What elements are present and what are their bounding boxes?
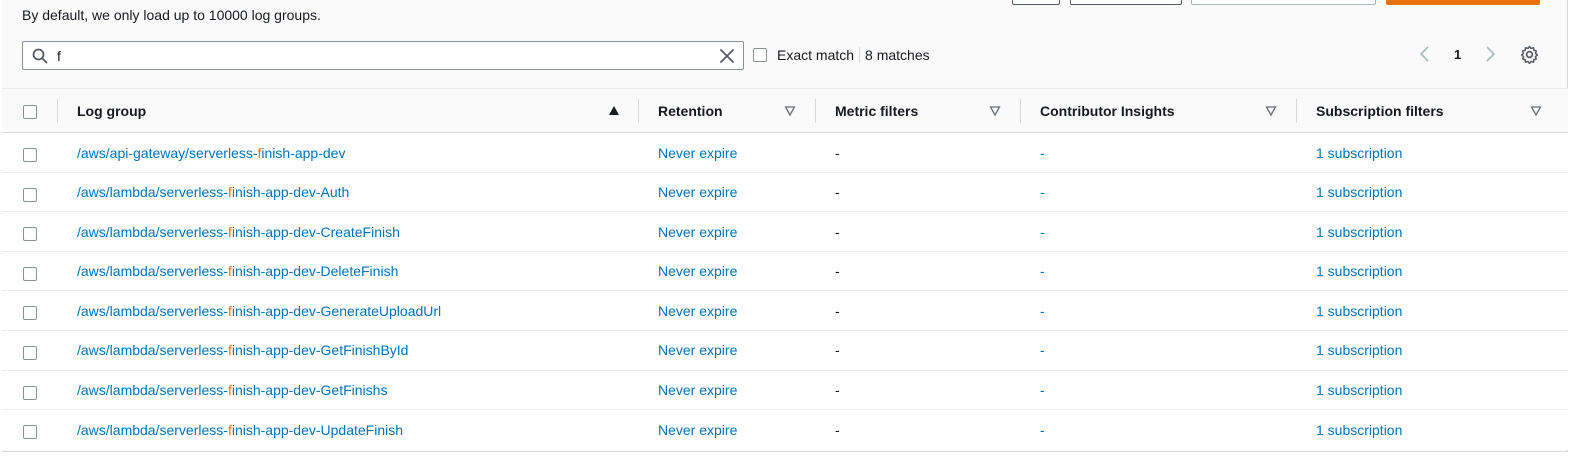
log-group-link[interactable]: /aws/api-gateway/serverless-finish-app-d… bbox=[77, 145, 345, 161]
log-group-link[interactable]: /aws/lambda/serverless-finish-app-dev-Up… bbox=[77, 422, 403, 438]
table-row: /aws/lambda/serverless-finish-app-dev-De… bbox=[2, 251, 1568, 292]
column-divider bbox=[815, 99, 816, 123]
subscription-link[interactable]: 1 subscription bbox=[1316, 263, 1402, 279]
contributor-insights-value[interactable]: - bbox=[1040, 410, 1045, 449]
subscription-link[interactable]: 1 subscription bbox=[1316, 184, 1402, 200]
log-group-link[interactable]: /aws/lambda/serverless-finish-app-dev-Cr… bbox=[77, 224, 400, 240]
action-button-2[interactable] bbox=[1070, 0, 1182, 5]
column-label: Metric filters bbox=[835, 103, 919, 119]
select-all-checkbox[interactable] bbox=[23, 105, 37, 119]
retention-link[interactable]: Never expire bbox=[658, 224, 737, 240]
contributor-insights-value[interactable]: - bbox=[1040, 133, 1045, 172]
row-checkbox[interactable] bbox=[23, 425, 37, 440]
metric-filters-value: - bbox=[835, 302, 840, 319]
subscription-link[interactable]: 1 subscription bbox=[1316, 342, 1402, 358]
log-group-link[interactable]: /aws/lambda/serverless-finish-app-dev-De… bbox=[77, 263, 398, 279]
column-divider bbox=[1296, 99, 1297, 123]
action-button-1[interactable] bbox=[1012, 0, 1060, 5]
close-icon[interactable] bbox=[719, 48, 735, 64]
row-checkbox[interactable] bbox=[23, 385, 37, 400]
retention-link[interactable]: Never expire bbox=[658, 382, 737, 398]
metric-filters-value: - bbox=[835, 342, 840, 359]
column-header-contributor-insights[interactable]: Contributor Insights bbox=[1040, 89, 1175, 133]
retention-link[interactable]: Never expire bbox=[658, 422, 737, 438]
exact-match-group: Exact match 8 matches bbox=[753, 47, 930, 63]
row-checkbox[interactable] bbox=[23, 345, 37, 360]
column-label: Log group bbox=[77, 103, 147, 119]
table-row: /aws/api-gateway/serverless-finish-app-d… bbox=[2, 133, 1568, 173]
column-label: Contributor Insights bbox=[1040, 103, 1175, 119]
subscription-link[interactable]: 1 subscription bbox=[1316, 303, 1402, 319]
subscription-link[interactable]: 1 subscription bbox=[1316, 224, 1402, 240]
load-limit-note: By default, we only load up to 10000 log… bbox=[22, 7, 321, 23]
table-row: /aws/lambda/serverless-finish-app-dev-Up… bbox=[2, 410, 1568, 450]
contributor-insights-value[interactable]: - bbox=[1040, 291, 1045, 330]
metric-filters-value: - bbox=[835, 382, 840, 399]
metric-filters-value: - bbox=[835, 421, 840, 438]
table-row: /aws/lambda/serverless-finish-app-dev-Cr… bbox=[2, 212, 1568, 252]
column-header-metric-filters[interactable]: Metric filters bbox=[835, 89, 918, 133]
match-count: 8 matches bbox=[865, 47, 930, 63]
sort-icon[interactable] bbox=[989, 105, 1001, 117]
sort-ascending-icon[interactable] bbox=[608, 105, 620, 117]
sort-icon[interactable] bbox=[1530, 105, 1542, 117]
exact-match-checkbox[interactable] bbox=[753, 48, 767, 62]
metric-filters-value: - bbox=[835, 263, 840, 280]
column-label: Retention bbox=[658, 103, 723, 119]
search-icon bbox=[32, 48, 48, 64]
contributor-insights-value[interactable]: - bbox=[1040, 252, 1045, 291]
exact-match-label[interactable]: Exact match bbox=[777, 47, 854, 63]
search-input[interactable] bbox=[57, 46, 717, 66]
pagination: 1 bbox=[1418, 45, 1497, 63]
retention-link[interactable]: Never expire bbox=[658, 263, 737, 279]
current-page[interactable]: 1 bbox=[1454, 47, 1461, 62]
retention-link[interactable]: Never expire bbox=[658, 342, 737, 358]
gear-icon[interactable] bbox=[1520, 45, 1539, 64]
row-checkbox[interactable] bbox=[23, 227, 37, 242]
row-checkbox[interactable] bbox=[23, 187, 37, 202]
table-row: /aws/lambda/serverless-finish-app-dev-Ge… bbox=[2, 370, 1568, 411]
column-divider bbox=[57, 99, 58, 123]
sort-icon[interactable] bbox=[1265, 105, 1277, 117]
create-log-group-button[interactable] bbox=[1386, 0, 1540, 5]
contributor-insights-value[interactable]: - bbox=[1040, 331, 1045, 370]
column-header-subscription-filters[interactable]: Subscription filters bbox=[1316, 89, 1444, 133]
row-checkbox[interactable] bbox=[23, 266, 37, 281]
row-checkbox[interactable] bbox=[23, 306, 37, 321]
contributor-insights-value[interactable]: - bbox=[1040, 212, 1045, 251]
contributor-insights-value[interactable]: - bbox=[1040, 371, 1045, 410]
column-header-retention[interactable]: Retention bbox=[658, 89, 723, 133]
table-body: /aws/api-gateway/serverless-finish-app-d… bbox=[2, 133, 1568, 450]
log-group-link[interactable]: /aws/lambda/serverless-finish-app-dev-Ge… bbox=[77, 303, 441, 319]
table-row: /aws/lambda/serverless-finish-app-dev-Au… bbox=[2, 172, 1568, 213]
subscription-link[interactable]: 1 subscription bbox=[1316, 422, 1402, 438]
table-row: /aws/lambda/serverless-finish-app-dev-Ge… bbox=[2, 291, 1568, 331]
column-label: Subscription filters bbox=[1316, 103, 1444, 119]
table-row: /aws/lambda/serverless-finish-app-dev-Ge… bbox=[2, 330, 1568, 371]
retention-link[interactable]: Never expire bbox=[658, 184, 737, 200]
log-group-link[interactable]: /aws/lambda/serverless-finish-app-dev-Au… bbox=[77, 184, 349, 200]
retention-link[interactable]: Never expire bbox=[658, 303, 737, 319]
actions-dropdown[interactable] bbox=[1191, 0, 1376, 5]
chevron-left-icon[interactable] bbox=[1418, 45, 1432, 63]
search-box[interactable] bbox=[22, 41, 744, 70]
log-group-link[interactable]: /aws/lambda/serverless-finish-app-dev-Ge… bbox=[77, 382, 387, 398]
chevron-right-icon[interactable] bbox=[1483, 45, 1497, 63]
metric-filters-value: - bbox=[835, 223, 840, 240]
subscription-link[interactable]: 1 subscription bbox=[1316, 145, 1402, 161]
log-group-link[interactable]: /aws/lambda/serverless-finish-app-dev-Ge… bbox=[77, 342, 408, 358]
divider bbox=[859, 47, 861, 63]
retention-link[interactable]: Never expire bbox=[658, 145, 737, 161]
column-divider bbox=[638, 99, 639, 123]
metric-filters-value: - bbox=[835, 144, 840, 161]
contributor-insights-value[interactable]: - bbox=[1040, 173, 1045, 212]
column-header-log-group[interactable]: Log group bbox=[77, 89, 146, 133]
column-divider bbox=[1020, 99, 1021, 123]
metric-filters-value: - bbox=[835, 184, 840, 201]
sort-icon[interactable] bbox=[784, 105, 796, 117]
table-header: Log group Retention Metric filters Contr… bbox=[2, 88, 1568, 133]
subscription-link[interactable]: 1 subscription bbox=[1316, 382, 1402, 398]
row-checkbox[interactable] bbox=[23, 148, 37, 162]
